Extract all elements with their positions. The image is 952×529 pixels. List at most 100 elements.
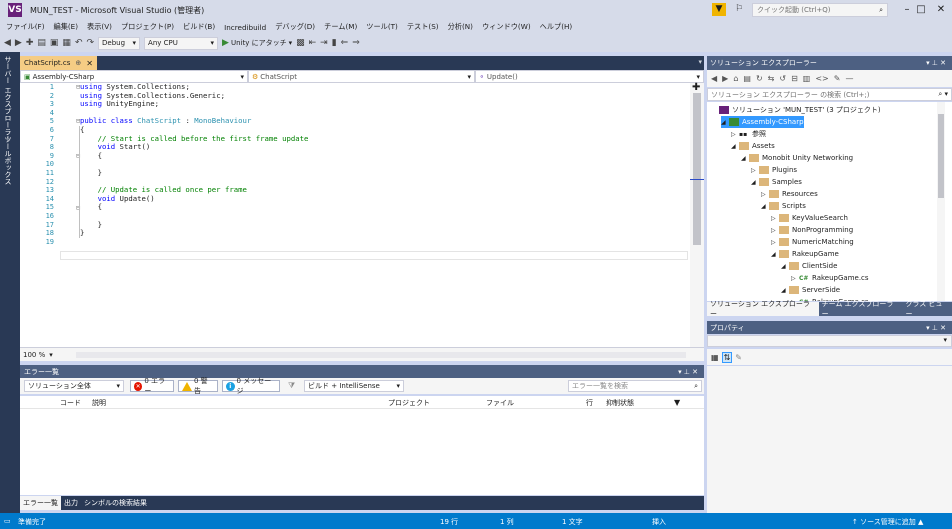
expand-icon[interactable]: ▷: [791, 275, 799, 282]
panel-window-controls[interactable]: ▾ ⊥ ✕: [926, 324, 946, 332]
menu-test[interactable]: テスト(S): [407, 22, 439, 32]
open-folder-icon[interactable]: ▤: [37, 38, 46, 48]
tab-error-list[interactable]: エラー一覧: [20, 496, 61, 510]
tree-item[interactable]: ◢ Assets: [731, 140, 775, 152]
solution-explorer-search-input[interactable]: ソリューション エクスプローラー の検索 (Ctrl+;) ⌕ ▾: [707, 88, 952, 101]
redo-icon[interactable]: ↷: [86, 38, 94, 48]
new-project-icon[interactable]: ✚: [26, 38, 34, 48]
menu-edit[interactable]: 編集(E): [54, 22, 79, 32]
menu-build[interactable]: ビルド(B): [183, 22, 215, 32]
chevron-down-icon[interactable]: ▾: [49, 351, 53, 359]
quick-launch-input[interactable]: クイック起動 (Ctrl+Q) ⌕: [752, 3, 888, 17]
scrollbar-thumb[interactable]: [693, 93, 701, 245]
maximize-button[interactable]: □: [910, 2, 932, 18]
forward-icon[interactable]: ▶: [15, 38, 22, 48]
menu-window[interactable]: ウィンドウ(W): [482, 22, 531, 32]
panel-window-controls[interactable]: ▾ ⊥ ✕: [678, 368, 698, 376]
tab-team-explorer[interactable]: チーム エクスプローラー: [819, 300, 903, 318]
bookmark-icon[interactable]: ▮: [332, 38, 337, 48]
source-control-button[interactable]: ↑ ソース管理に追加 ▲: [852, 517, 923, 527]
save-icon[interactable]: ▣: [50, 38, 59, 48]
collapse-icon[interactable]: ◢: [751, 179, 759, 186]
properties-object-select[interactable]: ▾: [707, 335, 952, 347]
save-all-icon[interactable]: ▦: [62, 38, 71, 48]
tree-item[interactable]: ソリューション 'MUN_TEST' (3 プロジェクト): [711, 104, 881, 116]
scrollbar-thumb[interactable]: [938, 114, 944, 198]
menu-analyze[interactable]: 分析(N): [448, 22, 473, 32]
tab-find-symbol-results[interactable]: シンボルの検索結果: [81, 496, 150, 510]
home-icon[interactable]: ⌂: [733, 74, 738, 83]
panel-window-controls[interactable]: ▾ ⊥ ✕: [926, 59, 946, 67]
collapse-icon[interactable]: ◢: [781, 287, 789, 294]
menu-project[interactable]: プロジェクト(P): [121, 22, 174, 32]
property-pages-icon[interactable]: ✎: [735, 353, 742, 362]
toolbox-tab[interactable]: ツールボックス: [3, 136, 13, 185]
tree-item[interactable]: ▷ Plugins: [751, 164, 797, 176]
pending-changes-icon[interactable]: ↻: [756, 74, 763, 83]
messages-filter-button[interactable]: i 0 メッセージ: [222, 377, 280, 395]
code-view-icon[interactable]: <>: [815, 74, 828, 83]
filter-icon[interactable]: ⧩: [288, 381, 295, 391]
error-list-search-input[interactable]: エラー一覧を検索 ⌕: [568, 380, 702, 392]
solution-tree-scrollbar[interactable]: [937, 102, 945, 301]
build-filter-select[interactable]: ビルド + IntelliSense ▾: [304, 380, 404, 392]
collapse-icon[interactable]: ◢: [721, 119, 729, 126]
collapse-icon[interactable]: ◢: [771, 251, 779, 258]
code-editor[interactable]: 1 2 3 4 5 6 7 8 9 10 11 12 13 14 15 16 1…: [20, 82, 704, 347]
tab-output[interactable]: 出力: [61, 496, 81, 510]
collapse-icon[interactable]: ◢: [731, 143, 739, 150]
tree-item[interactable]: ◢ Monobit Unity Networking: [741, 152, 853, 164]
tree-item[interactable]: ▷ KeyValueSearch: [771, 212, 848, 224]
feedback-icon[interactable]: ⚐: [732, 3, 746, 16]
refresh-icon[interactable]: ↺: [779, 74, 786, 83]
minus-icon[interactable]: —: [845, 74, 853, 83]
tree-item[interactable]: ▷ NumericMatching: [771, 236, 854, 248]
close-button[interactable]: ✕: [930, 2, 952, 18]
switch-views-icon[interactable]: ▤: [743, 74, 751, 83]
filter-icon[interactable]: ▼: [712, 3, 726, 16]
tab-chatscript[interactable]: ChatScript.cs ⊕ ✕: [20, 56, 97, 70]
expand-icon[interactable]: ▷: [771, 215, 779, 222]
tree-item[interactable]: ▷ Resources: [761, 188, 818, 200]
chevron-down-icon[interactable]: ▾: [698, 58, 702, 66]
expand-icon[interactable]: ▷: [761, 191, 769, 198]
tree-item[interactable]: ◢ Scripts: [761, 200, 806, 212]
outdent-icon[interactable]: ⇤: [309, 38, 317, 48]
errors-filter-button[interactable]: ✕ 0 エラー: [130, 377, 174, 395]
alphabetical-icon[interactable]: ⇅: [721, 351, 733, 363]
menu-tools[interactable]: ツール(T): [366, 22, 398, 32]
back-icon[interactable]: ◀: [4, 38, 11, 48]
split-editor-icon[interactable]: ✚: [692, 82, 700, 93]
editor-vertical-scrollbar[interactable]: ✚: [690, 82, 704, 347]
expand-icon[interactable]: ▷: [731, 131, 739, 138]
undo-icon[interactable]: ↶: [75, 38, 83, 48]
show-all-files-icon[interactable]: ▥: [803, 74, 811, 83]
menu-incredibuild[interactable]: Incredibuild: [224, 23, 266, 32]
menu-view[interactable]: 表示(V): [87, 22, 112, 32]
pin-icon[interactable]: ⊕: [75, 59, 81, 67]
tree-item[interactable]: ◢ ServerSide: [781, 284, 840, 296]
column-code[interactable]: コード: [60, 398, 81, 408]
collapse-icon[interactable]: ◢: [781, 263, 789, 270]
zoom-level[interactable]: 100 %: [23, 351, 45, 359]
close-icon[interactable]: ✕: [86, 59, 93, 68]
column-file[interactable]: ファイル: [486, 398, 514, 408]
tree-item[interactable]: ◢ RakeupGame: [771, 248, 839, 260]
attach-unity-button[interactable]: ▶ Unity にアタッチ ▾: [222, 38, 292, 48]
tree-item[interactable]: ◢ Samples: [751, 176, 802, 188]
comment-icon[interactable]: ▩: [296, 38, 305, 48]
tree-item[interactable]: ▷ ▪▪ 参照: [731, 128, 766, 140]
menu-team[interactable]: チーム(M): [324, 22, 357, 32]
collapse-icon[interactable]: ◢: [741, 155, 749, 162]
categorized-icon[interactable]: ▦: [711, 353, 719, 362]
next-bookmark-icon[interactable]: ⇒: [352, 38, 360, 48]
editor-horizontal-scrollbar[interactable]: [76, 352, 686, 358]
platform-select[interactable]: Any CPU ▾: [144, 36, 219, 50]
member-navigation-dropdown[interactable]: ⚬ Update() ▾: [475, 70, 704, 83]
column-line[interactable]: 行: [586, 398, 593, 408]
class-navigation-dropdown[interactable]: ⚙ ChatScript ▾: [248, 70, 475, 83]
column-description[interactable]: 説明: [92, 398, 106, 408]
menu-help[interactable]: ヘルプ(H): [540, 22, 573, 32]
forward-icon[interactable]: ▶: [722, 74, 728, 83]
menu-file[interactable]: ファイル(F): [6, 22, 45, 32]
